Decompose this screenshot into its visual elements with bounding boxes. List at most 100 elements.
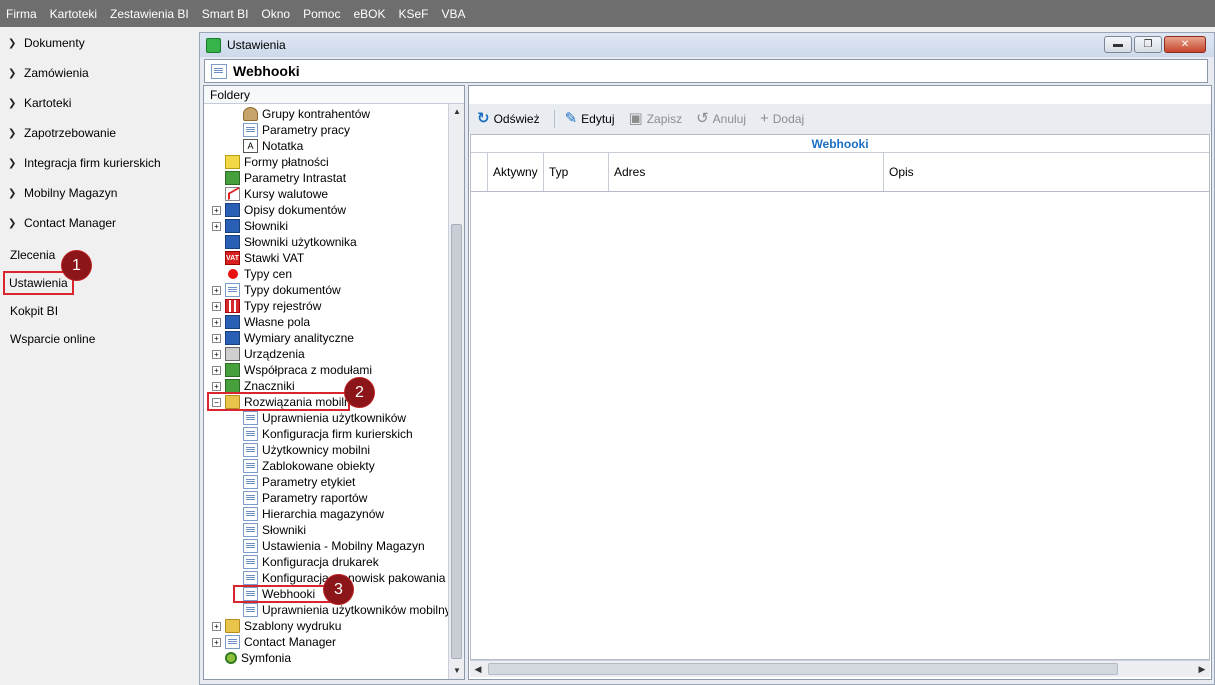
tree-node[interactable]: + Szablony wydruku [212,618,341,634]
page-icon [243,427,258,441]
tree-node[interactable]: + Współpraca z modułami [212,362,372,378]
expand-icon[interactable]: + [212,317,221,327]
nav-group-0[interactable]: ❯ Dokumenty [0,28,199,58]
menu-pomoc[interactable]: Pomoc [303,7,340,21]
tree-node[interactable]: A Notatka [243,138,303,154]
tree-node[interactable]: Typy cen [225,266,292,282]
menu-zestawienia-bi[interactable]: Zestawienia BI [110,7,189,21]
tree-node[interactable]: + Wymiary analityczne [212,330,354,346]
tree-node[interactable]: Parametry etykiet [243,474,355,490]
tree-node[interactable]: Kursy walutowe [225,186,328,202]
tree-node[interactable]: Webhooki [243,586,315,602]
printer-icon [225,347,240,361]
tree-node[interactable]: − Rozwiązania mobilne [212,394,357,410]
tree-node[interactable]: + Typy dokumentów [212,282,341,298]
tree-node[interactable]: Konfiguracja drukarek [243,554,379,570]
menu-bar: Firma Kartoteki Zestawienia BI Smart BI Okno… [0,0,1215,27]
column-header-opis[interactable]: Opis [884,153,1209,191]
nav-group-5[interactable]: ❯ Mobilny Magazyn [0,178,199,208]
page-icon [243,491,258,505]
webhooks-grid: Webhooki Aktywny Typ Adres Opis [470,134,1210,660]
expand-icon[interactable]: + [212,381,221,391]
tree-node[interactable]: Symfonia [225,650,291,666]
tree-node[interactable]: + Znaczniki [212,378,295,394]
scroll-left-icon[interactable]: ◀ [470,661,486,677]
nav-item-3[interactable]: Wsparcie online [0,325,199,353]
tree-node[interactable]: Słowniki użytkownika [225,234,357,250]
menu-firma[interactable]: Firma [6,7,37,21]
edit-button[interactable]: ✎ Edytuj [565,111,615,126]
nav-group-6[interactable]: ❯ Contact Manager [0,208,199,238]
nav-item-1[interactable]: Ustawienia [0,269,199,297]
expand-icon[interactable]: + [212,365,221,375]
tree-node[interactable]: Ustawienia - Mobilny Magazyn [243,538,425,554]
menu-ksef[interactable]: KSeF [398,7,428,21]
minimize-button[interactable]: ▬ [1104,36,1132,53]
nav-item-2[interactable]: Kokpit BI [0,297,199,325]
tree-node[interactable]: Uprawnienia użytkowników [243,410,406,426]
tree-node[interactable]: Hierarchia magazynów [243,506,384,522]
restore-button[interactable]: ❐ [1134,36,1162,53]
menu-smart-bi[interactable]: Smart BI [202,7,249,21]
tree-node[interactable]: VAT Stawki VAT [225,250,304,266]
tree-node[interactable]: + Urządzenia [212,346,305,362]
save-button[interactable]: ▣ Zapisz [629,111,683,126]
scroll-right-icon[interactable]: ▶ [1194,661,1210,677]
tree-node[interactable]: Uprawnienia użytkowników mobilnych [243,602,450,618]
window-title: Ustawienia [227,38,286,52]
expand-icon[interactable]: + [212,349,221,359]
scroll-up-icon[interactable]: ▲ [449,104,465,120]
cancel-button[interactable]: ↺ Anuluj [696,111,746,126]
column-header-aktywny[interactable]: Aktywny [488,153,544,191]
expand-icon[interactable]: + [212,621,221,631]
nav-group-4[interactable]: ❯ Integracja firm kurierskich [0,148,199,178]
nav-item-0[interactable]: Zlecenia [0,241,199,269]
tree-node[interactable]: + Contact Manager [212,634,336,650]
nav-group-2[interactable]: ❯ Kartoteki [0,88,199,118]
tree-node[interactable]: + Typy rejestrów [212,298,321,314]
tree-node[interactable]: Parametry Intrastat [225,170,346,186]
expand-icon[interactable]: + [212,637,221,647]
menu-ebok[interactable]: eBOK [353,7,385,21]
red-dot-icon [228,269,238,279]
column-header-typ[interactable]: Typ [544,153,609,191]
tree-node[interactable]: + Własne pola [212,314,310,330]
nav-item-label: Wsparcie online [10,332,96,346]
tree-node[interactable]: Parametry raportów [243,490,367,506]
nav-group-label: Dokumenty [24,36,85,50]
add-button[interactable]: + Dodaj [760,111,804,126]
tree-node[interactable]: + Słowniki [212,218,288,234]
tree-node-label: Współpraca z modułami [244,363,373,377]
refresh-button[interactable]: ↻ Odśwież [477,111,540,126]
collapse-icon[interactable]: − [212,397,221,407]
tree-node[interactable]: Grupy kontrahentów [243,106,370,122]
page-icon [243,123,258,137]
tree-node[interactable]: + Opisy dokumentów [212,202,346,218]
tree-node[interactable]: Słowniki [243,522,306,538]
hscroll-thumb[interactable] [488,663,1118,675]
nav-group-1[interactable]: ❯ Zamówienia [0,58,199,88]
tree-node-label: Symfonia [241,651,292,665]
scroll-thumb[interactable] [451,224,462,659]
expand-icon[interactable]: + [212,285,221,295]
menu-kartoteki[interactable]: Kartoteki [50,7,97,21]
expand-icon[interactable]: + [212,333,221,343]
grid-horizontal-scrollbar[interactable]: ◀ ▶ [470,660,1210,677]
tree-node[interactable]: Użytkownicy mobilni [243,442,370,458]
expand-icon[interactable]: + [212,301,221,311]
tree-node[interactable]: Zablokowane obiekty [243,458,375,474]
tree-node-label: Contact Manager [244,635,337,649]
tree-scrollbar[interactable]: ▲ ▼ [448,104,464,679]
tree-node[interactable]: Konfiguracja firm kurierskich [243,426,413,442]
close-button[interactable]: ✕ [1164,36,1206,53]
scroll-down-icon[interactable]: ▼ [449,663,465,679]
nav-group-3[interactable]: ❯ Zapotrzebowanie [0,118,199,148]
tree-node-label: Parametry pracy [262,123,351,137]
column-header-adres[interactable]: Adres [609,153,884,191]
menu-okno[interactable]: Okno [261,7,290,21]
expand-icon[interactable]: + [212,221,221,231]
menu-vba[interactable]: VBA [442,7,466,21]
expand-icon[interactable]: + [212,205,221,215]
tree-node[interactable]: Formy płatności [225,154,329,170]
tree-node[interactable]: Parametry pracy [243,122,350,138]
